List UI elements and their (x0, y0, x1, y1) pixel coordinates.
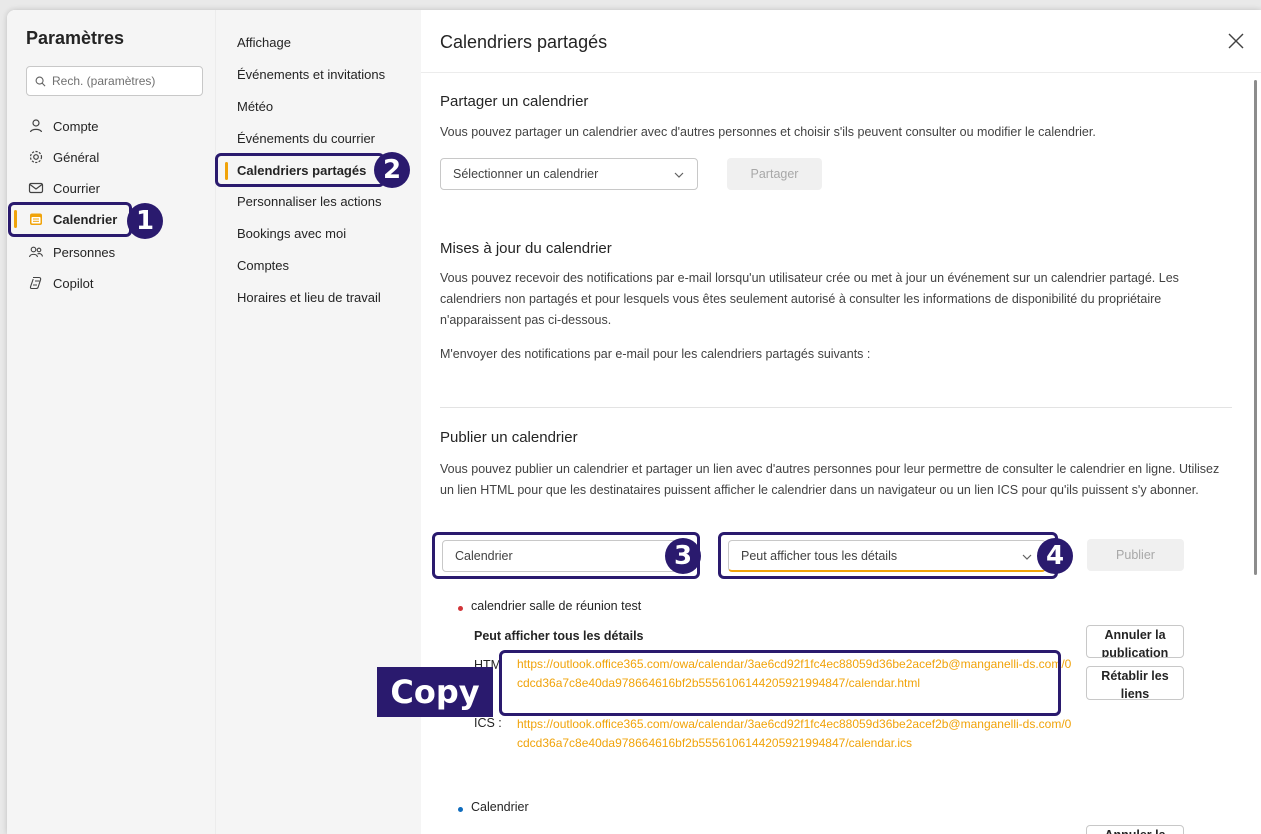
copy-annotation-label: Copy (377, 667, 493, 717)
callout-box-4 (718, 532, 1058, 579)
nav-item-courrier[interactable]: Courrier (27, 175, 100, 201)
ics-link[interactable]: https://outlook.office365.com/owa/calend… (517, 715, 1072, 753)
step-badge-4: 4 (1037, 538, 1073, 574)
reset-links-button[interactable]: Rétablir les liens (1086, 666, 1184, 700)
settings-title: Paramètres (26, 28, 125, 48)
unpublish-button[interactable]: Annuler la publication (1086, 625, 1184, 658)
close-button[interactable] (1227, 32, 1247, 52)
share-button[interactable]: Partager (727, 158, 822, 190)
share-heading: Partager un calendrier (440, 93, 589, 110)
search-icon (35, 76, 46, 86)
step-badge-1: 1 (127, 203, 163, 239)
callout-box-1 (8, 202, 132, 237)
calendar-color-dot (458, 807, 463, 812)
published-calendar-name: Calendrier (471, 800, 529, 814)
settings-search-input[interactable]: Rech. (paramètres) (26, 66, 203, 96)
settings-nav-panel: Paramètres Rech. (paramètres) Compte Gén… (7, 10, 215, 834)
step-badge-2: 2 (374, 152, 410, 188)
scrollbar[interactable] (1254, 80, 1257, 575)
submenu-affichage[interactable]: Affichage (237, 33, 291, 53)
submenu-horaires[interactable]: Horaires et lieu de travail (237, 288, 381, 308)
chevron-down-icon (674, 172, 684, 178)
search-placeholder: Rech. (paramètres) (52, 74, 156, 88)
share-calendar-select-value: Sélectionner un calendrier (453, 167, 599, 181)
nav-item-label: Général (53, 149, 100, 165)
submenu-comptes[interactable]: Comptes (237, 256, 289, 276)
page-title: Calendriers partagés (440, 32, 608, 52)
mail-icon (27, 179, 45, 197)
submenu-meteo[interactable]: Météo (237, 97, 273, 117)
step-badge-3: 3 (665, 538, 701, 574)
nav-item-label: Copilot (53, 275, 94, 291)
updates-description: Vous pouvez recevoir des notifications p… (440, 271, 1179, 327)
nav-item-label: Personnes (53, 244, 116, 260)
submenu-evenements-invitations[interactable]: Événements et invitations (237, 65, 385, 85)
nav-item-compte[interactable]: Compte (27, 113, 99, 139)
people-icon (27, 243, 45, 261)
published-calendar-name: calendrier salle de réunion test (471, 599, 642, 613)
divider (440, 407, 1232, 408)
nav-item-copilot[interactable]: Copilot (27, 270, 93, 296)
nav-item-general[interactable]: Général (27, 144, 99, 170)
publish-description: Vous pouvez publier un calendrier et par… (440, 462, 1220, 497)
nav-item-personnes[interactable]: Personnes (27, 239, 115, 265)
share-description: Vous pouvez partager un calendrier avec … (440, 125, 1096, 139)
calendar-color-dot (458, 606, 463, 611)
divider (421, 72, 1261, 73)
callout-box-2 (215, 153, 385, 187)
updates-heading: Mises à jour du calendrier (440, 240, 612, 257)
publish-button[interactable]: Publier (1087, 539, 1184, 571)
close-icon (1228, 33, 1244, 49)
ics-link-label: ICS : (474, 716, 502, 730)
published-permission: Peut afficher tous les détails (474, 629, 644, 643)
person-icon (27, 117, 45, 135)
submenu-personnaliser-actions[interactable]: Personnaliser les actions (237, 192, 382, 212)
share-calendar-select[interactable]: Sélectionner un calendrier (440, 158, 698, 190)
callout-box-copy (499, 650, 1061, 716)
nav-item-label: Courrier (53, 180, 100, 196)
gear-icon (27, 148, 45, 166)
copilot-icon (27, 274, 45, 292)
nav-item-label: Compte (53, 118, 99, 134)
updates-notify-label: M'envoyer des notifications par e-mail p… (440, 347, 871, 361)
submenu-evenements-courrier[interactable]: Événements du courrier (237, 129, 375, 149)
submenu-bookings[interactable]: Bookings avec moi (237, 224, 346, 244)
callout-box-3 (432, 532, 700, 579)
publish-heading: Publier un calendrier (440, 429, 578, 446)
unpublish-button[interactable]: Annuler la (1086, 825, 1184, 834)
